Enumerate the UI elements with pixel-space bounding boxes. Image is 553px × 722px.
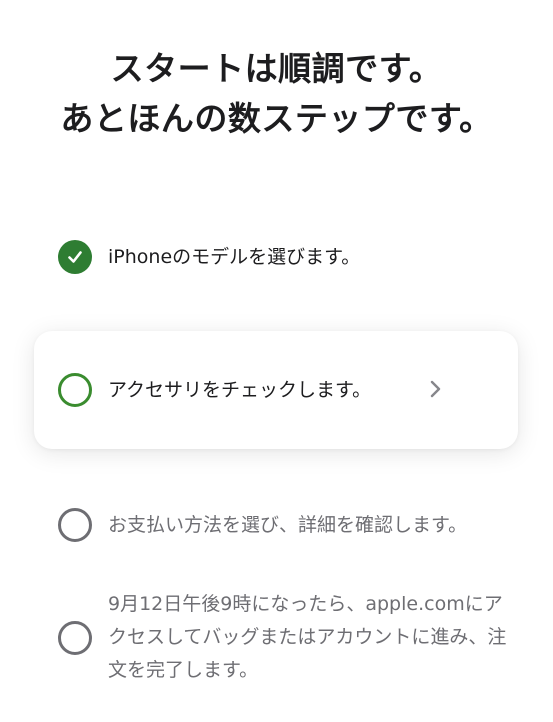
step-payment: お支払い方法を選び、詳細を確認します。 — [58, 508, 467, 542]
step-status-circle-icon — [58, 373, 92, 407]
step-check-accessories-card[interactable]: アクセサリをチェックします。 — [34, 331, 518, 449]
step-choose-model: iPhoneのモデルを選びます。 — [58, 240, 360, 274]
step-label: アクセサリをチェックします。 — [108, 379, 372, 401]
page-header: スタートは順調です。 あとほんの数ステップです。 — [0, 44, 553, 144]
step-label: お支払い方法を選び、詳細を確認します。 — [108, 514, 468, 536]
checkmark-icon — [58, 240, 92, 274]
chevron-right-icon[interactable] — [422, 375, 450, 403]
step-status-circle-icon — [58, 508, 92, 542]
page-title-line-1: スタートは順調です。 — [110, 49, 443, 88]
step-status-circle-icon — [58, 620, 92, 655]
step-label: 9月12日午後9時になったら、apple.comにアクセスしてバッグまたはアカウ… — [108, 593, 507, 681]
step-label: iPhoneのモデルを選びます。 — [108, 246, 361, 268]
page-title-line-2: あとほんの数ステップです。 — [60, 99, 493, 138]
step-complete-order: 9月12日午後9時になったら、apple.comにアクセスしてバッグまたはアカウ… — [58, 588, 508, 687]
